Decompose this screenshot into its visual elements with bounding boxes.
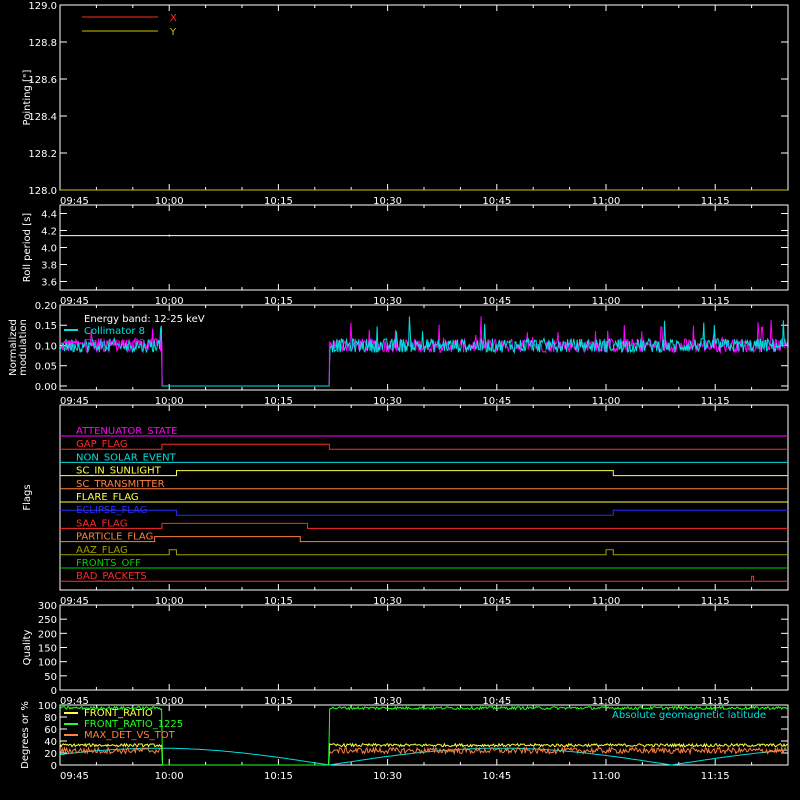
flag-row-fronts-off: FRONTS_OFF [60,558,788,569]
y-tick-label: 4.0 [41,244,57,255]
panel-pointing: 09:45 10:00 10:15 10:30 10:45 11:00 11:15128.0… [22,1,789,207]
y-axis-label: Degrees or % [20,701,31,769]
y-tick-label: 0.20 [35,301,57,312]
rhessi-multipanel-chart: 09:45 10:00 10:15 10:30 10:45 11:00 11:15 128.0… [8,1,789,782]
y-tick-label: 0 [51,761,57,772]
y-tick-label: 80 [44,713,57,724]
panel-modulation: 09:45 10:00 10:15 10:30 10:45 11:00 11:150.000… [8,301,789,407]
y-tick-label: 128.2 [28,149,57,160]
latitude-annotation: Absolute geomagnetic latitude [612,710,766,721]
panel-roll: 09:45 10:00 10:15 10:30 10:45 11:00 11:153.63.… [22,204,789,307]
panel-flags: 09:45 10:00 10:15 10:30 10:45 11:00 11:15Flags… [22,404,789,607]
y-axis-label: Roll period [s] [22,213,33,282]
flag-row-sc-in-sunlight: SC_IN_SUNLIGHT [60,466,788,477]
flag-label: FLARE_FLAG [76,492,139,503]
y-tick-label: 300 [38,601,57,612]
y-tick-label: 250 [38,615,57,626]
flag-trace [60,536,788,543]
y-tick-label: 3.6 [41,278,57,289]
flag-trace [60,509,788,516]
flag-trace [60,470,788,477]
flag-trace [60,443,788,450]
flag-label: FRONTS_OFF [76,558,141,569]
x-tick-label: 09:45 [60,771,89,782]
x-tick-label: 11:00 [592,771,621,782]
flag-trace [60,549,788,556]
flag-label: NON_SOLAR_EVENT [76,452,177,463]
y-tick-label: 128.8 [28,38,57,49]
y-tick-label: 0.00 [35,382,57,393]
x-tick-label: 10:00 [155,771,184,782]
legend-label: Collimator 9 [84,338,145,349]
y-tick-label: 40 [44,737,57,748]
flag-row-attenuator-state: ATTENUATOR_STATE [60,426,788,437]
legend-label: Y [169,27,177,38]
y-axis-label: Pointing ["] [22,69,33,125]
legend-label: MAX_DET_VS_TOT [84,730,176,741]
flag-row-eclipse-flag: ECLIPSE_FLAG [60,505,788,516]
y-tick-label: 0 [51,686,57,697]
flag-row-flare-flag: FLARE_FLAG [60,492,788,503]
flag-label: AAZ_FLAG [76,545,128,556]
y-tick-label: 0.10 [35,341,57,352]
flag-row-particle-flag: PARTICLE_FLAG [60,532,788,543]
legend-label: Collimator 8 [84,326,145,337]
flag-row-bad-packets: BAD_PACKETS [60,571,788,582]
y-tick-label: 100 [38,658,57,669]
y-tick-label: 50 [44,672,57,683]
y-tick-label: 150 [38,644,57,655]
flag-label: PARTICLE_FLAG [76,532,153,543]
y-axis-label: Quality [22,630,33,666]
flag-trace [60,522,788,529]
y-tick-label: 20 [44,749,57,760]
legend-label: FRONT_RATIO [84,708,153,719]
y-axis-label: Flags [22,484,33,510]
y-tick-label: 200 [38,629,57,640]
y-tick-label: 60 [44,725,57,736]
panel-frame [59,604,789,691]
y-tick-label: 128.0 [28,186,57,197]
x-tick-label: 10:30 [373,771,402,782]
y-tick-label: 4.2 [41,227,57,238]
flag-trace [60,575,788,582]
flag-row-saa-flag: SAA_FLAG [60,518,788,529]
flag-label: SAA_FLAG [76,518,127,529]
x-tick-label: 10:45 [482,771,511,782]
flag-label: ATTENUATOR_STATE [76,426,177,437]
flag-row-sc-transmitter: SC_TRANSMITTER [60,479,788,490]
panel-frame [59,204,789,291]
y-tick-label: 100 [38,701,57,712]
flag-row-non-solar-event: NON_SOLAR_EVENT [60,452,788,463]
flag-row-gap-flag: GAP_FLAG [60,439,788,450]
y-tick-label: 129.0 [28,1,57,12]
panel-degrees: 09:45 10:00 10:15 10:30 10:45 11:00 11:15 02040… [20,701,789,782]
y-tick-label: 0.05 [35,362,57,373]
panel-quality: 09:45 10:00 10:15 10:30 10:45 11:00 11:1505010… [22,601,789,707]
flag-label: SC_IN_SUNLIGHT [76,466,162,477]
y-axis-label: modulation [18,319,29,376]
flag-row-aaz-flag: AAZ_FLAG [60,545,788,556]
legend-label: X [170,13,177,24]
flag-label: SC_TRANSMITTER [76,479,165,490]
energy-band-annotation: Energy band: 12-25 keV [84,314,205,325]
y-tick-label: 0.15 [35,321,57,332]
modulation-series-8 [59,316,789,387]
x-tick-label: 10:15 [264,771,293,782]
y-tick-label: 3.8 [41,261,57,272]
x-tick-label: 11:15 [701,771,730,782]
flag-label: GAP_FLAG [76,439,128,450]
y-tick-label: 4.4 [41,210,57,221]
legend-label: FRONT_RATIO_1225 [84,719,183,730]
flag-label: BAD_PACKETS [76,571,147,582]
